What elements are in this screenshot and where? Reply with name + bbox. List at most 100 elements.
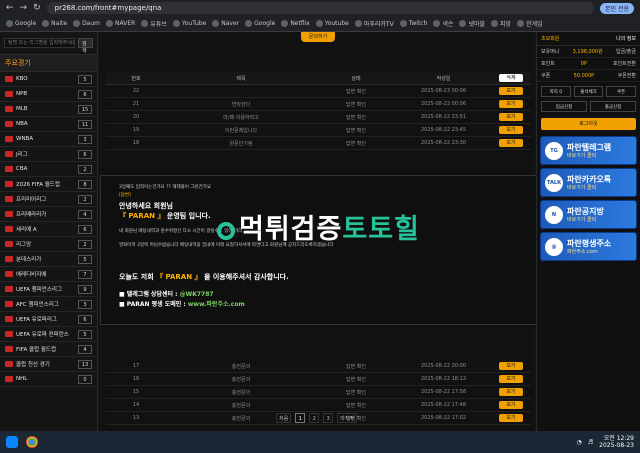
league-item[interactable]: NHL 0 bbox=[0, 372, 97, 387]
league-item[interactable]: KBO 5 bbox=[0, 72, 97, 87]
view-button[interactable]: 보기 bbox=[499, 126, 523, 134]
domain-link[interactable]: www.파란주소.com bbox=[188, 301, 245, 308]
coupon-button[interactable]: 쿠폰전환 bbox=[618, 72, 636, 79]
bookmark-item[interactable]: YouTube bbox=[172, 20, 206, 27]
profile-button[interactable]: 본인 전용 bbox=[600, 2, 634, 14]
point-button[interactable]: 포인트전환 bbox=[613, 60, 636, 67]
wifi-icon[interactable]: ◔ bbox=[576, 439, 581, 446]
view-button[interactable]: 보기 bbox=[499, 388, 523, 396]
telegram-id[interactable]: @WK7787 bbox=[180, 291, 214, 298]
page-3[interactable]: 3 bbox=[323, 413, 334, 423]
table-row[interactable]: 19 이런문제입니다 답변 확인 2025-08-22 23:45 보기 bbox=[106, 124, 531, 137]
row-title[interactable]: 충전문의 bbox=[166, 376, 316, 383]
table-row[interactable]: 14 충전문의 답변 확인 2025-08-22 17:48 보기 bbox=[106, 399, 531, 412]
page-2[interactable]: 2 bbox=[309, 413, 320, 423]
row-title[interactable]: 연락한다 bbox=[166, 101, 316, 108]
view-button[interactable]: 보기 bbox=[499, 139, 523, 147]
row-title[interactable]: 충전문의 bbox=[166, 402, 316, 409]
row-title[interactable]: 충전문의 bbox=[166, 389, 316, 396]
bookmark-item[interactable]: Netflix bbox=[281, 20, 310, 27]
delete-all-button[interactable]: 삭제 bbox=[499, 74, 523, 82]
back-icon[interactable]: ← bbox=[6, 3, 14, 13]
league-item[interactable]: FIFA 클럽 월드컵 4 bbox=[0, 342, 97, 357]
league-item[interactable]: 프리메라리가 4 bbox=[0, 207, 97, 222]
table-row[interactable]: 20 마/패 이용하려고 답변 확인 2025-08-22 23:51 보기 bbox=[106, 111, 531, 124]
row-title[interactable]: 이런문제입니다 bbox=[166, 127, 316, 134]
league-item[interactable]: 프리미어리그 2 bbox=[0, 192, 97, 207]
windows-start-icon[interactable] bbox=[6, 436, 18, 448]
league-item[interactable]: UEFA 챔피언스리그 9 bbox=[0, 282, 97, 297]
table-row[interactable]: 15 충전문의 답변 확인 2025-08-22 17:58 보기 bbox=[106, 386, 531, 399]
attendance-button[interactable]: 출석체크 bbox=[573, 86, 604, 97]
view-button[interactable]: 보기 bbox=[499, 401, 523, 409]
league-item[interactable]: 클럽 친선 경기 13 bbox=[0, 357, 97, 372]
bookmark-item[interactable]: 유튜브 bbox=[141, 19, 167, 28]
my-info-link[interactable]: 나의 정보 bbox=[616, 35, 636, 42]
search-button[interactable]: 검색 bbox=[78, 38, 93, 54]
row-title[interactable]: 충전문의 bbox=[166, 363, 316, 370]
row-title[interactable]: 마/패 이용하려고 bbox=[166, 114, 316, 121]
league-item[interactable]: 리그앙 2 bbox=[0, 237, 97, 252]
bookmark-item[interactable]: Naite bbox=[42, 20, 67, 27]
chrome-icon[interactable] bbox=[26, 436, 38, 448]
league-item[interactable]: CBA 2 bbox=[0, 162, 97, 177]
withdraw-button[interactable]: 출금신청 bbox=[590, 101, 636, 112]
league-item[interactable]: 에레디비지에 7 bbox=[0, 267, 97, 282]
cash-button[interactable]: 입금/출금 bbox=[616, 48, 636, 55]
bookmark-item[interactable]: Youtube bbox=[315, 20, 349, 27]
league-item[interactable]: NPB 6 bbox=[0, 87, 97, 102]
bookmark-item[interactable]: 피망 bbox=[491, 19, 511, 28]
tab-inquiry[interactable]: 문의하기 bbox=[301, 32, 335, 42]
row-title[interactable]: 원문인기됨 bbox=[166, 140, 316, 147]
league-item[interactable]: MLB 15 bbox=[0, 102, 97, 117]
bookmark-item[interactable]: 마푸리카TV bbox=[354, 19, 394, 28]
logout-button[interactable]: 로그아웃 bbox=[541, 118, 636, 130]
league-item[interactable]: 분데스리가 5 bbox=[0, 252, 97, 267]
page-last[interactable]: 마지막 bbox=[337, 413, 358, 423]
bookmark-item[interactable]: Daum bbox=[73, 20, 100, 27]
league-item[interactable]: UEFA 유로파리그 6 bbox=[0, 312, 97, 327]
bookmark-item[interactable]: 한게임 bbox=[517, 19, 543, 28]
bookmark-item[interactable]: NAVER bbox=[106, 20, 135, 27]
message-button[interactable]: 쪽지 0 bbox=[541, 86, 571, 97]
bookmark-item[interactable]: Google bbox=[245, 20, 275, 27]
table-row[interactable]: 16 충전문의 답변 확인 2025-08-22 18:12 보기 bbox=[106, 373, 531, 386]
bookmark-item[interactable]: Naver bbox=[212, 20, 239, 27]
promo-banner[interactable]: @ 파란평생주소 파란주소.com bbox=[540, 232, 637, 261]
promo-banner[interactable]: N 파란공지방 바로가기 클릭 bbox=[540, 200, 637, 229]
view-button[interactable]: 보기 bbox=[499, 113, 523, 121]
table-row[interactable]: 18 원문인기됨 답변 확인 2025-08-22 23:30 보기 bbox=[106, 137, 531, 150]
bookmark-item[interactable]: 넥슨 bbox=[433, 19, 453, 28]
team-search-input[interactable] bbox=[4, 38, 75, 48]
bookmark-item[interactable]: Google bbox=[6, 20, 36, 27]
coupon-shortcut-button[interactable]: 쿠폰 bbox=[606, 86, 636, 97]
page-1[interactable]: 1 bbox=[295, 413, 306, 423]
view-button[interactable]: 보기 bbox=[499, 375, 523, 383]
volume-icon[interactable]: ♬ bbox=[588, 439, 593, 446]
url-bar[interactable]: pr268.com/front#mypage/qna bbox=[46, 2, 594, 14]
league-item[interactable]: J리그 6 bbox=[0, 147, 97, 162]
bookmark-item[interactable]: 넷마블 bbox=[459, 19, 485, 28]
league-item[interactable]: UEFA 유로파 컨퍼런스 5 bbox=[0, 327, 97, 342]
clock[interactable]: 오전 12:29 2025-08-23 bbox=[599, 435, 634, 449]
league-item[interactable]: 2026 FIFA 월드컵 8 bbox=[0, 177, 97, 192]
table-row[interactable]: 22 답변 확인 2025-08-23 00:06 보기 bbox=[106, 85, 531, 98]
deposit-button[interactable]: 입금신청 bbox=[541, 101, 587, 112]
table-row[interactable]: 21 연락한다 답변 확인 2025-08-23 00:06 보기 bbox=[106, 98, 531, 111]
league-item[interactable]: WNBA 3 bbox=[0, 132, 97, 147]
forward-icon[interactable]: → bbox=[20, 3, 28, 13]
promo-banner[interactable]: TALK 파란카카오톡 바로가기 클릭 bbox=[540, 168, 637, 197]
league-item[interactable]: NBA 11 bbox=[0, 117, 97, 132]
bookmark-item[interactable]: Twitch bbox=[399, 20, 427, 27]
view-button[interactable]: 보기 bbox=[499, 87, 523, 95]
view-button[interactable]: 보기 bbox=[499, 362, 523, 370]
table-row[interactable]: 17 충전문의 답변 확인 2025-08-22 20:00 보기 bbox=[106, 360, 531, 373]
promo-banner[interactable]: TG 파란텔레그램 바로가기 클릭 bbox=[540, 136, 637, 165]
reload-icon[interactable]: ↻ bbox=[33, 3, 41, 13]
page-first[interactable]: 처음 bbox=[276, 413, 292, 423]
league-item[interactable]: AFC 챔피언스리그 3 bbox=[0, 297, 97, 312]
view-button[interactable]: 보기 bbox=[499, 414, 523, 422]
league-item[interactable]: 세리에 A 6 bbox=[0, 222, 97, 237]
view-button[interactable]: 보기 bbox=[499, 100, 523, 108]
league-count: 2 bbox=[78, 194, 92, 204]
